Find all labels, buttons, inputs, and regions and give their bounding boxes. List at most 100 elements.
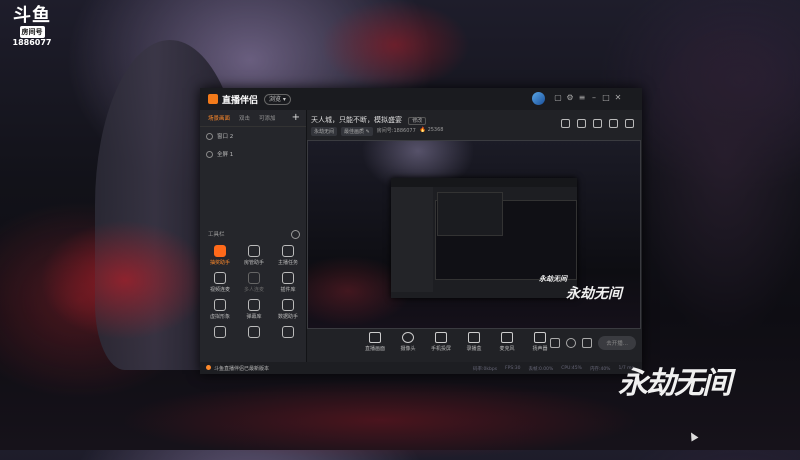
user-icon — [248, 245, 260, 257]
room-number-label: 房间号 — [19, 26, 45, 38]
tab-addable[interactable]: 可添加 — [259, 114, 276, 122]
update-status: 斗鱼直播伴侣已最新版本 — [206, 365, 269, 372]
maximize-icon[interactable]: □ — [602, 92, 610, 104]
control-play[interactable]: 录播盒 — [462, 332, 486, 352]
preview-brand-text: 永劫无间 — [566, 286, 622, 302]
category-tag[interactable]: 永劫无间 — [311, 127, 338, 136]
control-camera[interactable]: 摄像头 — [396, 332, 420, 352]
tool-item[interactable]: 弹幕库 — [238, 299, 270, 320]
layers-icon — [282, 326, 294, 338]
toolbar-title: 工具栏 — [208, 232, 225, 238]
quality-tag[interactable]: 最佳画质 ✎ — [341, 127, 373, 136]
app-logo-icon — [208, 94, 218, 104]
tool-label: 插件库 — [280, 287, 296, 293]
source-controls: 直播画面 摄像头 手机投屏 录播盒 麦克风 扬声器 — [363, 332, 552, 352]
live-controls: 去开播... — [550, 336, 636, 350]
popularity-count: 🔥 25368 — [419, 127, 444, 133]
source-label: 全屏 1 — [217, 152, 234, 158]
visibility-icon[interactable] — [206, 150, 213, 158]
toolbar-header: 工具栏 — [208, 230, 300, 239]
speaker-icon — [534, 332, 546, 343]
add-scene-icon[interactable]: + — [292, 112, 300, 123]
tool-item[interactable]: 数据助手 — [272, 299, 304, 320]
control-label: 录播盒 — [466, 346, 482, 352]
tab-scene[interactable]: 场景画面 — [208, 114, 230, 122]
control-speaker[interactable]: 扬声器 — [528, 332, 552, 352]
right-dark-trees — [640, 30, 800, 330]
gift-icon — [214, 245, 226, 257]
tool-label: 弹幕库 — [246, 314, 262, 320]
mouse-cursor-icon — [687, 430, 699, 442]
bell-icon[interactable] — [609, 119, 618, 128]
control-label: 扬声器 — [532, 346, 548, 352]
control-label: 直播画面 — [364, 346, 385, 352]
go-live-button[interactable]: 去开播... — [598, 336, 636, 350]
scene-tabs: 场景画面 双击 可添加 — [200, 110, 306, 127]
share-icon[interactable] — [625, 119, 634, 128]
stat-item: 码率:0kbps — [473, 367, 498, 372]
source-label: 窗口 2 — [217, 134, 234, 140]
tools-grid: 抽奖助手 房管助手 主播任务视频连麦 多人连麦 插件库虚拟形象 弹幕库 数据助手 — [204, 245, 304, 340]
control-monitor[interactable]: 直播画面 — [363, 332, 387, 352]
room-meta: 永劫无间 最佳画质 ✎ 房间号:1886077 🔥 25368 — [311, 127, 443, 136]
settings-gear-icon[interactable] — [582, 338, 593, 348]
tab-double[interactable]: 双击 — [239, 114, 250, 122]
share-screen-icon[interactable] — [561, 119, 570, 128]
tool-item[interactable] — [238, 326, 270, 340]
app-title: 直播伴侣 — [222, 96, 259, 106]
tool-item[interactable] — [272, 326, 304, 340]
tool-label: 房管助手 — [243, 260, 264, 266]
stream-preview[interactable]: 永劫无间 永劫无间 — [307, 140, 641, 329]
title-bar[interactable]: 直播伴侣 浏览 ▾ ▢ ⚙ ≡ – □ ✕ — [200, 88, 642, 110]
message-icon[interactable]: ▢ — [554, 92, 562, 104]
stat-item: 内存:40% — [589, 367, 611, 372]
mic-icon — [501, 332, 513, 343]
tool-item[interactable] — [204, 326, 236, 340]
visibility-icon[interactable] — [206, 132, 213, 140]
tool-label: 多人连麦 — [243, 287, 264, 293]
tool-label: 主播任务 — [277, 260, 298, 266]
game-brand-logo: 永劫无间 — [618, 366, 732, 401]
tool-item[interactable]: 虚拟形象 — [204, 299, 236, 320]
main-area: 天人城，只能不断，模拟盛宴 修改 永劫无间 最佳画质 ✎ 房间号:1886077… — [307, 110, 642, 362]
fullscreen-icon[interactable] — [593, 119, 602, 128]
tool-label: 视频连麦 — [209, 287, 230, 293]
phone-cast-icon — [435, 332, 447, 343]
room-title: 天人城，只能不断，模拟盛宴 修改 — [311, 115, 427, 125]
stat-item: FPS:30 — [505, 366, 521, 371]
left-red-foliage — [40, 220, 210, 340]
nested-title-bar — [391, 178, 577, 187]
control-phone-cast[interactable]: 手机投屏 — [429, 332, 453, 352]
record-icon[interactable] — [550, 338, 561, 348]
control-label: 麦克风 — [499, 346, 515, 352]
scene-panel: 场景画面 双击 可添加 + 窗口 2 全屏 1 工具栏 抽奖助手 房管助手 主播任务… — [200, 110, 307, 362]
version-badge[interactable]: 浏览 ▾ — [264, 94, 291, 105]
status-dot-icon — [206, 365, 211, 370]
tool-item[interactable]: 视频连麦 — [204, 272, 236, 293]
user-avatar[interactable] — [532, 92, 545, 105]
nested-brand-text: 永劫无间 — [539, 274, 567, 283]
tool-item[interactable]: 多人连麦 — [238, 272, 270, 293]
live-companion-window: 直播伴侣 浏览 ▾ ▢ ⚙ ≡ – □ ✕ 场景画面 双击 可添加 + 窗口 2… — [200, 88, 642, 374]
control-mic[interactable]: 麦克风 — [495, 332, 519, 352]
tool-item[interactable]: 抽奖助手 — [204, 245, 236, 266]
edit-title-button[interactable]: 修改 — [408, 117, 427, 125]
bottom-red-ground — [120, 380, 640, 460]
settings-icon[interactable]: ⚙ — [566, 92, 574, 104]
screenshot-icon[interactable] — [566, 338, 577, 348]
data-icon — [282, 299, 294, 311]
source-item-fullscreen[interactable]: 全屏 1 — [200, 145, 306, 163]
room-id: 房间号:1886077 — [376, 128, 416, 134]
toolbar-settings-icon[interactable] — [291, 230, 300, 239]
tool-label: 数据助手 — [277, 314, 298, 320]
source-item-window[interactable]: 窗口 2 — [200, 127, 306, 145]
menu-icon[interactable]: ≡ — [578, 92, 586, 104]
tool-label: 虚拟形象 — [209, 314, 230, 320]
close-icon[interactable]: ✕ — [614, 92, 622, 104]
tool-item[interactable]: 主播任务 — [272, 245, 304, 266]
tool-item[interactable]: 插件库 — [272, 272, 304, 293]
lock-icon[interactable] — [577, 119, 586, 128]
minimize-icon[interactable]: – — [590, 92, 598, 104]
tool-item[interactable]: 房管助手 — [238, 245, 270, 266]
room-number: 1886077 — [12, 38, 52, 47]
